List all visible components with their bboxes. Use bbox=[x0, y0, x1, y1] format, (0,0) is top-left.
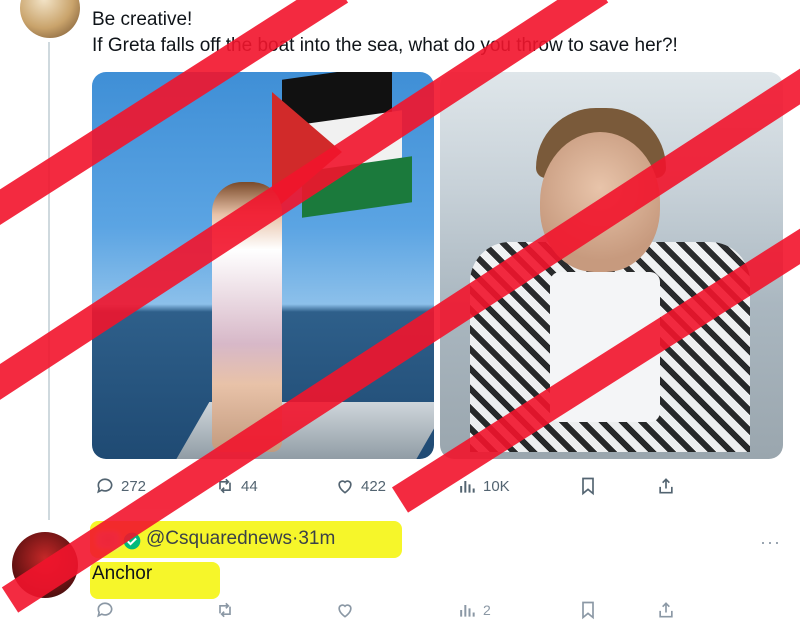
author-avatar[interactable] bbox=[20, 0, 80, 38]
views-count: 10K bbox=[483, 477, 510, 495]
tweet-photo-1[interactable] bbox=[92, 72, 434, 459]
bookmark-icon bbox=[582, 477, 594, 496]
thread-line bbox=[48, 42, 50, 520]
reply-action-bar: 2 bbox=[0, 600, 800, 620]
retweet-icon bbox=[219, 602, 231, 618]
bookmark-button[interactable] bbox=[578, 476, 598, 496]
like-count: 422 bbox=[361, 477, 387, 495]
tweet-photo-2[interactable] bbox=[440, 72, 783, 459]
share-icon bbox=[659, 478, 673, 494]
retweet-icon bbox=[219, 478, 231, 494]
reply-time[interactable]: 31m bbox=[298, 528, 335, 549]
blurred-display-name bbox=[96, 531, 120, 549]
reply-count: 272 bbox=[121, 477, 147, 495]
reply-views-count: 2 bbox=[483, 602, 491, 618]
bookmark-icon bbox=[582, 601, 594, 620]
shirt bbox=[550, 272, 660, 422]
views-button[interactable]: 10K bbox=[457, 476, 510, 496]
views-icon bbox=[460, 481, 475, 493]
reply-icon bbox=[97, 478, 113, 494]
reply-share-button[interactable] bbox=[656, 600, 676, 620]
reply-views-button[interactable]: 2 bbox=[457, 600, 491, 620]
reply-reply-button[interactable] bbox=[95, 600, 115, 620]
views-icon bbox=[460, 605, 475, 617]
reply-text: Anchor bbox=[92, 563, 153, 584]
tweet-text-line-1: Be creative! bbox=[92, 9, 193, 30]
reply-like-button[interactable] bbox=[335, 600, 355, 620]
heart-icon bbox=[338, 480, 352, 494]
reply-handle-line[interactable]: @Csquarednews·31m bbox=[146, 528, 335, 550]
reply-button[interactable]: 272 bbox=[95, 476, 146, 496]
like-button[interactable]: 422 bbox=[335, 476, 386, 496]
person-on-boat bbox=[212, 182, 282, 452]
share-button[interactable] bbox=[656, 476, 676, 496]
reply-retweet-button[interactable] bbox=[215, 600, 235, 620]
reply-icon bbox=[97, 602, 113, 618]
tweet-action-bar: 272 44 422 10K bbox=[0, 476, 800, 500]
reply-bookmark-button[interactable] bbox=[578, 600, 598, 620]
verified-badge-icon bbox=[123, 532, 141, 550]
reply-author-avatar[interactable] bbox=[12, 532, 78, 598]
flag-red-triangle bbox=[272, 92, 342, 212]
face bbox=[540, 132, 660, 272]
heart-icon bbox=[338, 604, 352, 618]
more-options-icon[interactable]: ··· bbox=[760, 532, 781, 553]
reply-handle[interactable]: @Csquarednews bbox=[146, 528, 292, 549]
retweet-count: 44 bbox=[241, 477, 258, 495]
share-icon bbox=[659, 602, 673, 618]
tweet-text-line-2: If Greta falls off the boat into the sea… bbox=[92, 35, 678, 56]
retweet-button[interactable]: 44 bbox=[215, 476, 258, 496]
